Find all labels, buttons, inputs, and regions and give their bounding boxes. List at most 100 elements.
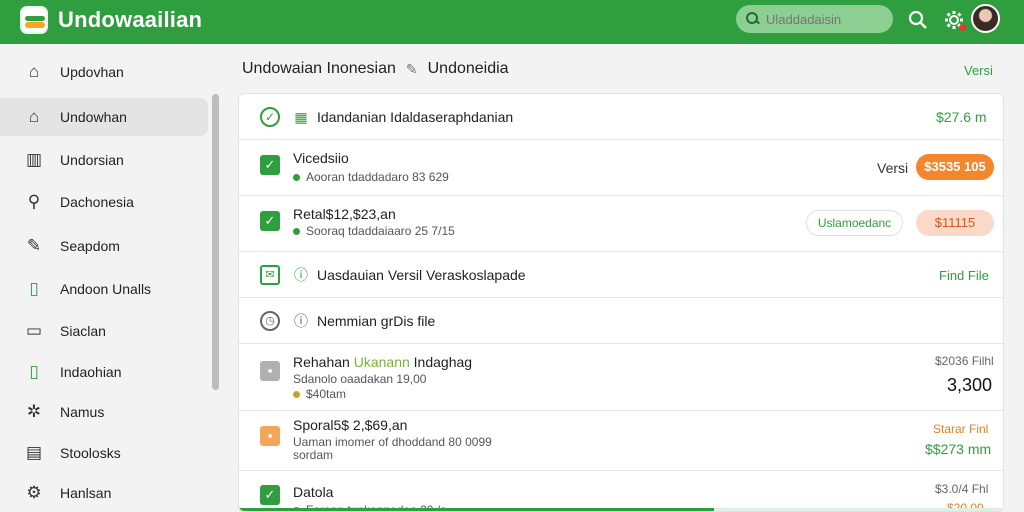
clock-icon[interactable]: ◷ [260,311,280,331]
amount-pill[interactable]: $11115 [916,210,994,236]
search-icon[interactable] [908,10,928,30]
row-subtitle: Aooran tdaddadaro 83 629 [293,170,449,184]
checkbox-checked-icon[interactable]: ✓ [260,155,280,175]
notification-dot-icon [959,24,966,31]
transactions-panel: ✓ ▦ Idandanian Idaldaseraphdanian $27.6 … [238,93,1004,512]
search-input[interactable] [766,11,886,27]
checkbox-checked-icon[interactable]: ✓ [260,211,280,231]
sidebar-item-label: Siaclan [60,323,106,339]
sidebar-scrollbar[interactable] [212,94,219,390]
sidebar-item-label: Updovhan [60,64,124,80]
list-item[interactable]: ✓ Retal$12,$23,an Sooraq tdaddaiaaro 25 … [239,196,1003,252]
sidebar-item-label: Namus [60,404,105,420]
sidebar-item-label: Indaohian [60,364,122,380]
list-item[interactable]: ▪ Rehahan Ukanann Indaghag Sdanolo oaada… [239,344,1003,411]
sidebar-item-namus[interactable]: ✲ Namus [0,393,208,431]
row-title-highlight: Ukanann [353,354,410,370]
row-title: Nemmian grDis file [317,313,436,329]
home-icon: ⌂ [28,62,40,81]
status-dot-icon [293,173,300,181]
sidebar-item-seapdom[interactable]: ✎ Seapdom [0,227,208,265]
sidebar-item-undorsian[interactable]: ▥ Undorsian [0,141,208,179]
avatar[interactable] [971,4,1000,33]
sidebar-item-label: Undowhan [60,109,127,125]
sidebar-item-hanlsan[interactable]: ⚙ Hanlsan [0,474,208,512]
row-amount-label: $2036 Filhl [935,354,994,368]
mail-icon[interactable]: ✉ [260,265,280,285]
row-amount: $$273 mm [925,441,992,457]
sidebar-item-label: Seapdom [60,238,120,254]
app-logo[interactable] [20,6,48,34]
breadcrumb-current: Undoneidia [427,60,509,77]
search-icon [746,12,760,26]
row-amount: 3,300 [947,375,993,395]
progress-bar [239,508,1003,511]
pencil-icon: ✎ [26,236,42,255]
row-title-part: Indaghag [413,354,473,370]
row-title: Uasdauian Versil Veraskoslapade [317,267,526,283]
sidebar-item-updovhan[interactable]: ⌂ Updovhan [0,53,208,91]
list-item[interactable]: ✓ ▦ Idandanian Idaldaseraphdanian $27.6 … [239,94,1003,140]
list-item[interactable]: ✉ ⓘ Uasdauian Versil Veraskoslapade Find… [239,252,1003,298]
table-icon: ▦ [294,109,308,125]
row-subtitle-text: $40tam [306,387,347,401]
versi-link[interactable]: Versi [964,63,993,78]
list-item[interactable]: ◷ ⓘ Nemmian grDis file [239,298,1003,344]
search-box[interactable] [736,5,893,33]
row-amount-label: $3.0/4 Fhl [935,482,989,496]
amount-pill[interactable]: $3535 105 [916,154,994,180]
row-title: Idandanian Idaldaseraphdanian [317,109,514,125]
row-subtitle: Uaman imomer of dhoddand 80 0099 [293,435,492,449]
list-item[interactable]: ▪ Sporal5$ 2,$69,an Uaman imomer of dhod… [239,411,1003,471]
row-title: Datola [293,484,334,500]
row-subtitle-text: Sooraq tdaddaiaaro 25 7/15 [306,224,455,238]
cog-icon: ⚙ [26,483,42,502]
top-bar: Undowaailian [0,0,1024,44]
progress-fill [239,508,714,511]
document-icon: ▯ [29,279,39,298]
check-circle-icon[interactable]: ✓ [260,107,280,127]
row-subtitle: Sdanolo oaadakan 19,00 [293,372,427,386]
folder-icon[interactable]: ▪ [260,426,280,446]
sidebar-item-label: Andoon Unalls [60,281,152,297]
row-title-part: Rehahan [293,354,350,370]
sidebar-item-indaohian[interactable]: ▯ Indaohian [0,353,208,391]
row-title: Retal$12,$23,an [293,206,396,222]
sidebar-item-label: Hanlsan [60,485,112,501]
chart-icon: ▥ [25,150,43,169]
sidebar-item-siaclan[interactable]: ▭ Siaclan [0,312,208,350]
list-item[interactable]: ✓ Datola Faraan tunkannadaa 30 /a $3.0/4… [239,471,1003,511]
info-circle-icon: ⓘ [294,313,308,329]
status-dot-icon [293,227,300,235]
sidebar-item-andoon-unalls[interactable]: ▯ Andoon Unalls [0,270,208,308]
card-icon: ▭ [25,321,43,340]
document-icon[interactable]: ▪ [260,361,280,381]
folder-icon: ▯ [29,362,39,381]
row-subtitle-2: sordam [293,448,334,462]
checkbox-checked-icon[interactable]: ✓ [260,485,280,505]
info-circle-icon: ⓘ [294,267,308,283]
calculator-icon: ▤ [25,443,43,462]
find-file-link[interactable]: Find File [939,268,989,283]
breadcrumb: Undowaian Inonesian ✎ Undoneidia [242,60,509,78]
gear-outline-icon: ✲ [26,402,42,421]
sidebar: ⌂ Updovhan ⌂ Undowhan ▥ Undorsian ⚲ Dach… [0,44,222,512]
sidebar-item-undowhan[interactable]: ⌂ Undowhan [0,98,208,136]
status-dot-icon [293,390,300,398]
row-label: Versi [877,160,909,176]
lock-icon: ⚲ [27,192,41,211]
sidebar-item-label: Undorsian [60,152,124,168]
breadcrumb-root[interactable]: Undowaian Inonesian [242,60,396,78]
status-badge[interactable]: Uslamoedanc [806,210,903,236]
sidebar-item-label: Stoolosks [60,445,121,461]
pencil-icon: ✎ [405,60,418,77]
row-amount: $27.6 m [936,109,987,125]
sidebar-item-label: Dachonesia [60,194,134,210]
list-item[interactable]: ✓ Vicedsiio Aooran tdaddadaro 83 629 Ver… [239,140,1003,196]
row-title: Rehahan Ukanann Indaghag [293,354,472,370]
row-amount-label: Starar Finl [933,422,989,436]
row-title: Vicedsiio [293,150,349,166]
row-subtitle-text: Aooran tdaddadaro 83 629 [306,170,449,184]
sidebar-item-dachonesia[interactable]: ⚲ Dachonesia [0,183,208,221]
sidebar-item-stoolosks[interactable]: ▤ Stoolosks [0,434,208,472]
